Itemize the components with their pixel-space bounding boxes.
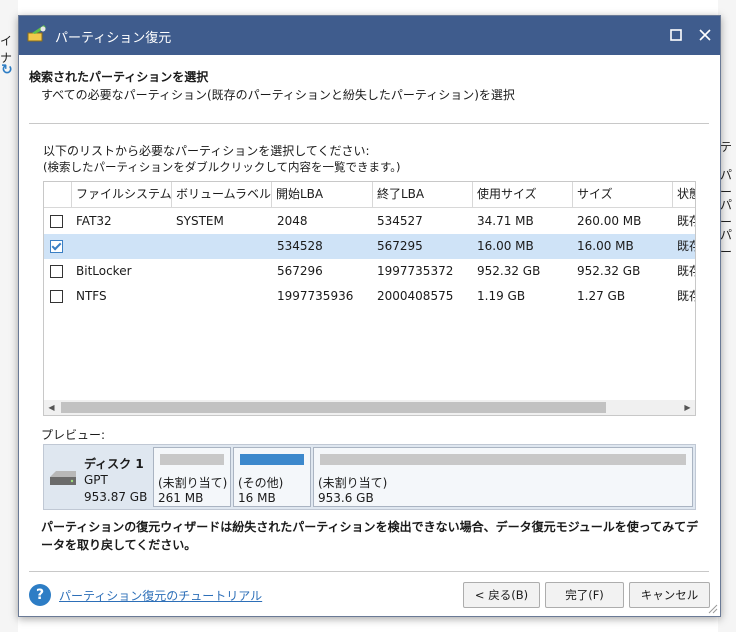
- background-item: パー: [720, 168, 733, 199]
- column-header-start-lba[interactable]: 開始LBA: [271, 182, 372, 207]
- partition-usage-bar: [320, 454, 686, 465]
- resize-grip-icon[interactable]: [708, 604, 718, 614]
- maximize-icon[interactable]: [666, 25, 686, 45]
- background-item: パー: [720, 228, 733, 259]
- cell-filesystem: FAT32: [76, 214, 112, 228]
- title-bar[interactable]: パーティション復元: [19, 16, 720, 55]
- refresh-icon: ↻: [1, 62, 13, 78]
- background-text: イナ: [0, 34, 13, 65]
- disk-size: 953.87 GB: [84, 490, 148, 504]
- cell-status: 既存: [677, 239, 695, 253]
- column-header-volume-label[interactable]: ボリュームラベル: [171, 182, 271, 207]
- column-header-filesystem[interactable]: ファイルシステム: [71, 182, 171, 207]
- disk-type: GPT: [84, 473, 108, 487]
- help-icon[interactable]: ?: [29, 584, 51, 606]
- dialog-title: パーティション復元: [55, 31, 172, 46]
- cell-status: 既存: [677, 289, 695, 303]
- cell-volume-label: [172, 259, 176, 284]
- scrollbar-thumb[interactable]: [61, 402, 606, 413]
- cell-used-size: 16.00 MB: [477, 239, 534, 253]
- partition-label: (その他): [238, 476, 284, 490]
- cell-used-size: 34.71 MB: [477, 214, 534, 228]
- column-header-size[interactable]: サイズ: [572, 182, 672, 207]
- page-subtitle: すべての必要なパーティション(既存のパーティションと紛失したパーティション)を選…: [41, 88, 515, 102]
- page-title: 検索されたパーティションを選択: [29, 70, 209, 84]
- back-button[interactable]: < 戻る(B): [463, 582, 540, 608]
- partition-block-unallocated[interactable]: (未割り当て) 953.6 GB: [313, 447, 693, 507]
- partition-label: (未割り当て): [318, 476, 388, 490]
- background-item: テ: [720, 140, 733, 154]
- cell-start-lba: 567296: [277, 264, 323, 278]
- cell-size: 16.00 MB: [577, 239, 634, 253]
- partition-usage-bar: [160, 454, 224, 465]
- disk-preview: ディスク 1 GPT 953.87 GB (未割り当て) 261 MB (その他…: [43, 444, 696, 510]
- cell-end-lba: 1997735372: [377, 264, 454, 278]
- preview-label: プレビュー:: [41, 428, 106, 442]
- background-item: パー: [720, 198, 733, 229]
- scroll-right-icon[interactable]: ▶: [680, 400, 695, 415]
- cell-start-lba: 534528: [277, 239, 323, 253]
- disk-name: ディスク 1: [84, 457, 144, 471]
- row-checkbox[interactable]: [50, 290, 63, 303]
- disk-info: ディスク 1 GPT 953.87 GB: [44, 445, 152, 509]
- column-header-status[interactable]: 状態: [672, 182, 695, 207]
- partition-usage-bar: [240, 454, 304, 465]
- cell-status: 既存: [677, 214, 695, 228]
- partition-label: (未割り当て): [158, 476, 228, 490]
- tutorial-link[interactable]: パーティション復元のチュートリアル: [59, 587, 262, 604]
- finish-button[interactable]: 完了(F): [545, 582, 624, 608]
- cell-end-lba: 567295: [377, 239, 423, 253]
- row-checkbox[interactable]: [50, 215, 63, 228]
- table-row[interactable]: BitLocker 567296 1997735372 952.32 GB 95…: [44, 259, 695, 284]
- cell-end-lba: 2000408575: [377, 289, 454, 303]
- partition-size: 953.6 GB: [318, 491, 374, 505]
- cell-status: 既存: [677, 264, 695, 278]
- partition-size: 261 MB: [158, 491, 204, 505]
- table-row[interactable]: FAT32 SYSTEM 2048 534527 34.71 MB 260.00…: [44, 209, 695, 234]
- hard-disk-icon: [50, 471, 76, 485]
- partition-recovery-icon: [27, 25, 46, 42]
- cell-filesystem: NTFS: [76, 289, 107, 303]
- cell-volume-label: [172, 284, 176, 309]
- table-row-selected[interactable]: 534528 567295 16.00 MB 16.00 MB 既存: [44, 234, 695, 259]
- divider: [29, 571, 709, 572]
- cell-end-lba: 534527: [377, 214, 423, 228]
- recovery-note: パーティションの復元ウィザードは紛失されたパーティションを検出できない場合、デー…: [41, 520, 699, 552]
- cell-start-lba: 2048: [277, 214, 308, 228]
- row-checkbox[interactable]: [50, 265, 63, 278]
- cell-size: 1.27 GB: [577, 289, 626, 303]
- cell-used-size: 1.19 GB: [477, 289, 526, 303]
- partition-size: 16 MB: [238, 491, 276, 505]
- partition-block-unallocated[interactable]: (未割り当て) 261 MB: [153, 447, 231, 507]
- cell-used-size: 952.32 GB: [477, 264, 541, 278]
- divider: [29, 123, 709, 124]
- cell-volume-label: [172, 234, 176, 259]
- scroll-left-icon[interactable]: ◀: [44, 400, 59, 415]
- column-header-checkbox[interactable]: [44, 182, 70, 207]
- cell-size: 952.32 GB: [577, 264, 641, 278]
- close-icon[interactable]: [695, 25, 715, 45]
- instruction-text: 以下のリストから必要なパーティションを選択してください:: [43, 144, 370, 158]
- partition-recovery-dialog: パーティション復元 検索されたパーティションを選択 すべての必要なパーティション…: [18, 15, 721, 617]
- column-header-used-size[interactable]: 使用サイズ: [472, 182, 572, 207]
- horizontal-scrollbar[interactable]: ◀ ▶: [44, 400, 695, 415]
- cell-volume-label: SYSTEM: [176, 214, 224, 228]
- table-row[interactable]: NTFS 1997735936 2000408575 1.19 GB 1.27 …: [44, 284, 695, 309]
- background-app-left: イナ ↻: [0, 0, 18, 632]
- cell-filesystem: [72, 234, 76, 259]
- column-header-end-lba[interactable]: 終了LBA: [372, 182, 472, 207]
- instruction-note: (検索したパーティションをダブルクリックして内容を一覧できます。): [43, 160, 401, 174]
- cell-size: 260.00 MB: [577, 214, 642, 228]
- partition-block-other[interactable]: (その他) 16 MB: [233, 447, 311, 507]
- table-header: ファイルシステム ボリュームラベル 開始LBA 終了LBA 使用サイズ サイズ …: [44, 182, 695, 208]
- cell-filesystem: BitLocker: [76, 264, 132, 278]
- cancel-button[interactable]: キャンセル: [629, 582, 710, 608]
- partition-table: ファイルシステム ボリュームラベル 開始LBA 終了LBA 使用サイズ サイズ …: [43, 181, 696, 416]
- cell-start-lba: 1997735936: [277, 289, 354, 303]
- row-checkbox-checked[interactable]: [50, 240, 63, 253]
